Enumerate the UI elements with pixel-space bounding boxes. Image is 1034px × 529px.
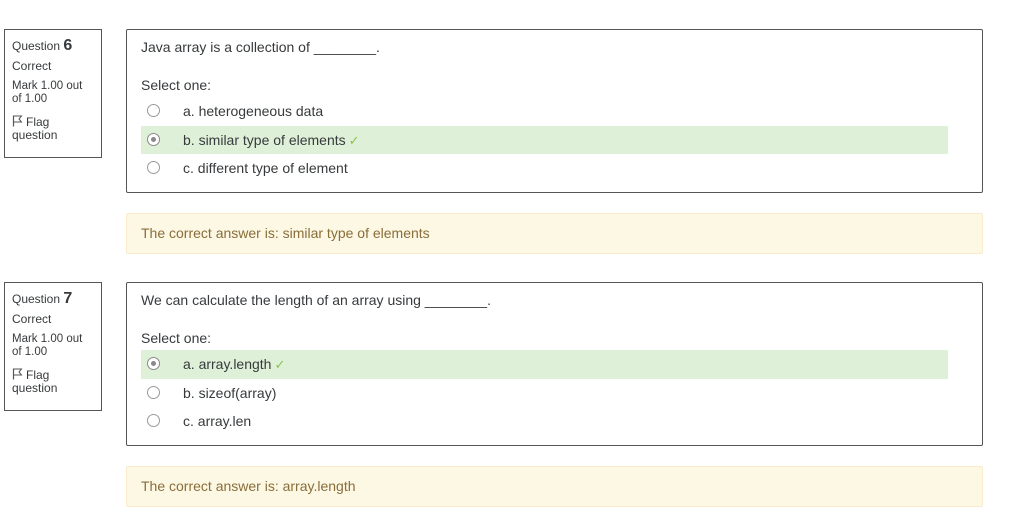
radio-button[interactable] [147,414,160,427]
answer-option[interactable]: c. different type of element [141,154,948,183]
radio-button[interactable] [147,104,160,117]
option-label: a. heterogeneous data [183,103,324,119]
flag-question-link[interactable]: Flag question [12,115,94,142]
question-feedback-6: The correct answer is: similar type of e… [126,213,983,254]
flag-icon [12,115,23,127]
flag-question-link[interactable]: Flag question [12,368,94,395]
question-info-7: Question 7 Correct Mark 1.00 out of 1.00… [4,282,102,411]
question-grade: Mark 1.00 out of 1.00 [12,80,83,105]
option-label: c. array.len [183,413,252,429]
select-prompt: Select one: [141,77,212,93]
answer-option[interactable]: c. array.len [141,407,948,436]
option-label: b. sizeof(array) [183,384,277,401]
answer-list: a. array.length ✓ b. sizeof(array) c. arr… [141,350,968,436]
question-grade: Mark 1.00 out of 1.00 [12,333,83,358]
answer-option[interactable]: b. sizeof(array) [141,379,948,408]
question-text: We can calculate the length of an array … [141,292,491,308]
question-text: Java array is a collection of ________. [141,39,380,55]
question-formulation-7: We can calculate the length of an array … [126,282,983,446]
question-feedback-7: The correct answer is: array.length [126,466,983,507]
question-state: Correct [12,59,52,73]
question-formulation-6: Java array is a collection of ________. … [126,29,983,193]
flag-icon [12,368,23,380]
option-label: c. different type of element [183,160,348,176]
select-prompt: Select one: [141,330,212,346]
option-label-wrap: a. array.length ✓ [183,356,286,372]
radio-button[interactable] [147,161,160,174]
answer-option[interactable]: a. array.length ✓ [141,350,948,379]
radio-button[interactable] [147,385,160,399]
question-number: Question 6 [12,37,73,54]
answer-option[interactable]: b. similar type of elements ✓ [141,125,948,154]
radio-button[interactable] [147,357,160,370]
check-icon: ✓ [274,357,286,372]
question-number: Question 7 [12,290,73,307]
question-info-6: Question 6 Correct Mark 1.00 out of 1.00… [4,29,102,158]
check-icon: ✓ [348,132,360,148]
answer-list: a. heterogeneous data b. similar type of… [141,97,968,183]
answer-option[interactable]: a. heterogeneous data [141,97,948,126]
radio-button[interactable] [147,132,160,146]
question-state: Correct [12,312,52,326]
option-label-wrap: b. similar type of elements ✓ [183,131,360,148]
